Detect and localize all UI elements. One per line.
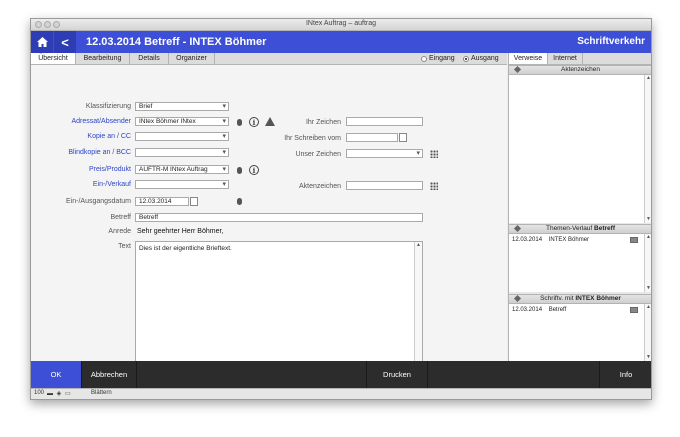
label-einverkauf[interactable]: Ein-/Verkauf (31, 181, 131, 188)
label-kopie[interactable]: Kopie an / CC (31, 133, 131, 140)
diamond-icon (513, 65, 522, 74)
page-title: 12.03.2014 Betreff - INTEX Böhmer (86, 36, 267, 48)
aktenzeichen-panel: ▲ ▼ (509, 75, 651, 223)
home-icon (36, 37, 48, 47)
themen-panel: 12.03.2014 INTEX Böhmer ▲ ▼ (509, 234, 651, 292)
label-text: Text (118, 243, 131, 250)
tab-verweise[interactable]: Verweise (509, 53, 548, 64)
calendar-icon[interactable] (399, 133, 407, 142)
radio-eingang[interactable]: Eingang (421, 55, 455, 62)
ok-button[interactable]: OK (31, 361, 82, 388)
back-icon: < (61, 34, 69, 50)
radio-ausgang[interactable]: Ausgang (463, 55, 499, 62)
blindkopie-select[interactable] (135, 148, 229, 157)
label-anrede: Anrede (108, 228, 131, 235)
window-title: INtex Auftrag – auftrag (305, 20, 377, 27)
grid-icon[interactable] (430, 150, 438, 158)
label-unser-zeichen: Unser Zeichen (295, 151, 341, 158)
tab-uebersicht[interactable]: Übersicht (31, 53, 76, 64)
label-ihr-zeichen: Ihr Zeichen (305, 119, 341, 126)
grid-icon[interactable] (430, 182, 438, 190)
klassifizierung-select[interactable]: Brief (135, 102, 229, 111)
label-datum: Ein-/Ausgangsdatum (66, 198, 131, 205)
aktenzeichen-panel-header: Aktenzeichen (509, 65, 651, 75)
label-aktenzeichen: Aktenzeichen (298, 183, 341, 190)
ihr-zeichen-field[interactable] (346, 117, 423, 126)
calendar-icon[interactable] (190, 197, 198, 206)
app-header: < 12.03.2014 Betreff - INTEX Böhmer Schr… (31, 31, 651, 53)
label-klassifizierung: Klassifizierung (85, 103, 131, 110)
betreff-field[interactable]: Betreff (135, 213, 423, 222)
mouse-icon[interactable] (237, 198, 242, 205)
tab-bearbeitung[interactable]: Bearbeitung (76, 53, 130, 64)
status-bar: 100 ▬ ◈ ▭ Blättern (31, 388, 651, 399)
back-button[interactable]: < (54, 31, 76, 53)
schriftv-scrollbar[interactable]: ▲ ▼ (644, 304, 651, 361)
zoom-controls[interactable]: ▬ ◈ ▭ (47, 390, 72, 397)
preis-select[interactable]: AUFTR-M INtex Auftrag (135, 165, 229, 174)
open-button[interactable] (630, 237, 638, 243)
text-scrollbar[interactable]: ▲▼ (414, 242, 422, 374)
info-button[interactable]: Info (599, 361, 651, 388)
section-title: Schriftverkehr (577, 36, 645, 47)
zoom-level[interactable]: 100 (34, 390, 44, 396)
list-item[interactable]: 12.03.2014 INTEX Böhmer (512, 237, 589, 243)
diamond-icon (513, 294, 522, 303)
mouse-icon[interactable] (237, 119, 242, 126)
abbrechen-button[interactable]: Abbrechen (82, 361, 137, 388)
themen-panel-header: Themen-Verlauf Betreff (509, 224, 651, 234)
label-ihr-schreiben: Ihr Schreiben vom (284, 135, 341, 142)
home-button[interactable] (31, 31, 53, 53)
einverkauf-select[interactable] (135, 180, 229, 189)
app-window: INtex Auftrag – auftrag < 12.03.2014 Bet… (30, 18, 652, 400)
adressat-select[interactable]: INtex Böhmer INtex (135, 117, 229, 126)
info-icon[interactable]: i (249, 165, 259, 175)
tab-details[interactable]: Details (130, 53, 169, 64)
tab-organizer[interactable]: Organizer (169, 53, 215, 64)
label-preis[interactable]: Preis/Produkt (31, 166, 131, 173)
schriftv-panel: 12.03.2014 Betreff ▲ ▼ (509, 304, 651, 361)
kopie-select[interactable] (135, 132, 229, 141)
sidebar: Verweise Internet Aktenzeichen ▲ ▼ Themen… (508, 53, 651, 361)
aktenzeichen-field[interactable] (346, 181, 423, 190)
mouse-icon[interactable] (237, 167, 242, 174)
text-content: Dies ist der eigentliche Brieftext. (139, 245, 232, 252)
label-adressat[interactable]: Adressat/Absender (31, 118, 131, 125)
diamond-icon (513, 224, 522, 233)
unser-zeichen-select[interactable] (346, 149, 423, 158)
list-item[interactable]: 12.03.2014 Betreff (512, 307, 566, 313)
text-area[interactable]: Dies ist der eigentliche Brieftext. ▲▼ (135, 241, 423, 375)
info-icon[interactable]: i (249, 117, 259, 127)
anrede-value[interactable]: Sehr geehrter Herr Böhmer, (137, 228, 223, 235)
tab-internet[interactable]: Internet (548, 53, 583, 64)
tab-bar: Übersicht Bearbeitung Details Organizer … (31, 53, 507, 65)
aktenzeichen-scrollbar[interactable]: ▲ ▼ (644, 75, 651, 223)
themen-scrollbar[interactable]: ▲ ▼ (644, 234, 651, 292)
sidebar-tabs: Verweise Internet (509, 53, 651, 65)
ihr-schreiben-field[interactable] (346, 133, 398, 142)
title-bar: INtex Auftrag – auftrag (31, 19, 651, 31)
drucken-button[interactable]: Drucken (366, 361, 428, 388)
schriftv-panel-header: Schriftv. mit INTEX Böhmer (509, 294, 651, 304)
label-betreff: Betreff (110, 214, 132, 221)
footer-bar: OK Abbrechen Drucken Info (31, 361, 651, 388)
open-button[interactable] (630, 307, 638, 313)
datum-field[interactable]: 12.03.2014 (135, 197, 189, 206)
label-blindkopie[interactable]: Blindkopie an / BCC (31, 149, 131, 156)
form-area: Klassifizierung Brief Adressat/Absender … (31, 65, 507, 375)
mode-label: Blättern (91, 390, 112, 396)
